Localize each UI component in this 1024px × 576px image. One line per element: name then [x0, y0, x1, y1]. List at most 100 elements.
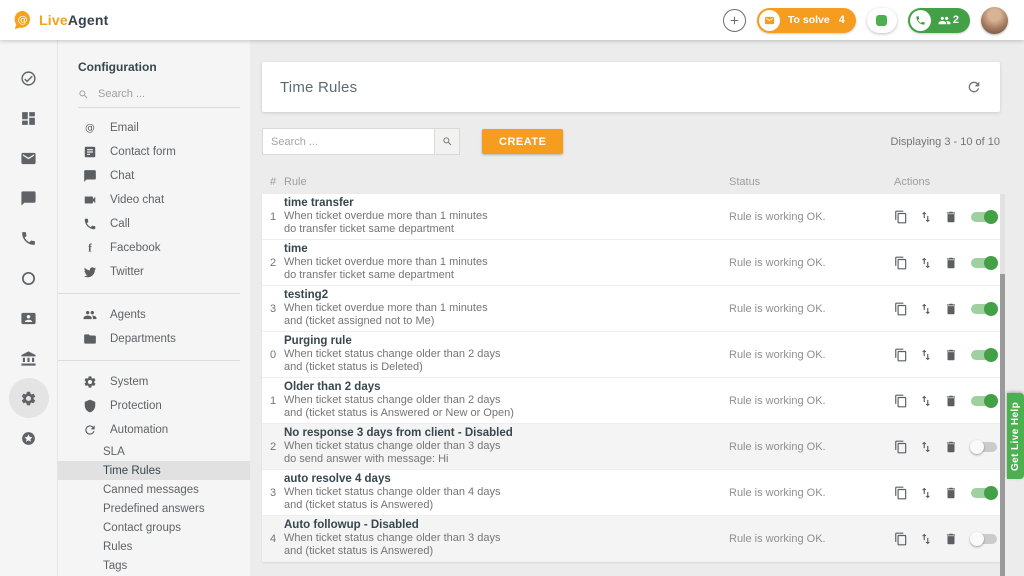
copy-icon[interactable]: [894, 302, 908, 316]
copy-icon[interactable]: [894, 532, 908, 546]
rule-name[interactable]: No response 3 days from client - Disable…: [284, 427, 729, 440]
rule-enabled-toggle[interactable]: [971, 350, 997, 360]
rail-item-ring[interactable]: [9, 258, 49, 298]
rail-item-phone[interactable]: [9, 218, 49, 258]
rule-enabled-toggle[interactable]: [971, 212, 997, 222]
sidebar-item-contact-form[interactable]: Contact form: [58, 140, 250, 164]
rule-enabled-toggle[interactable]: [971, 534, 997, 544]
refresh-button[interactable]: [966, 79, 982, 95]
sidebar-item-chat[interactable]: Chat: [58, 164, 250, 188]
sidebar-subitem-predefined-answers[interactable]: Predefined answers: [58, 499, 250, 518]
sidebar-item-automation[interactable]: Automation: [58, 418, 250, 442]
add-button[interactable]: [723, 9, 746, 32]
sidebar-subitem-tags[interactable]: Tags: [58, 556, 250, 575]
liveagent-logo-icon: @: [12, 9, 34, 31]
table-row[interactable]: 2timeWhen ticket overdue more than 1 min…: [262, 240, 1000, 286]
rule-enabled-toggle[interactable]: [971, 488, 997, 498]
column-header-number: #: [262, 176, 284, 188]
trash-icon[interactable]: [944, 486, 958, 500]
rail-item-star[interactable]: [9, 418, 49, 458]
create-button[interactable]: CREATE: [482, 129, 563, 154]
sidebar-item-call[interactable]: Call: [58, 212, 250, 236]
rule-name[interactable]: time transfer: [284, 197, 729, 210]
rule-name[interactable]: auto resolve 4 days: [284, 473, 729, 486]
sidebar-subitem-time-rules[interactable]: Time Rules: [58, 461, 250, 480]
scrollbar-thumb[interactable]: [1000, 274, 1005, 576]
rail-item-dashboard[interactable]: [9, 98, 49, 138]
rule-enabled-toggle[interactable]: [971, 304, 997, 314]
sidebar-subitem-sla[interactable]: SLA: [58, 442, 250, 461]
copy-icon[interactable]: [894, 348, 908, 362]
import-export-icon[interactable]: [919, 302, 933, 316]
import-export-icon[interactable]: [919, 440, 933, 454]
rail-item-check-circle[interactable]: [9, 58, 49, 98]
rules-search-input[interactable]: [262, 128, 434, 155]
rule-enabled-toggle[interactable]: [971, 396, 997, 406]
trash-icon[interactable]: [944, 256, 958, 270]
chat-status-button[interactable]: [867, 8, 897, 33]
sidebar-search-input[interactable]: [98, 88, 208, 100]
rule-action-line: and (ticket status is Answered): [284, 545, 729, 559]
table-row[interactable]: 1time transferWhen ticket overdue more t…: [262, 194, 1000, 240]
trash-icon[interactable]: [944, 348, 958, 362]
import-export-icon[interactable]: [919, 348, 933, 362]
trash-icon[interactable]: [944, 210, 958, 224]
rail-item-mail[interactable]: [9, 138, 49, 178]
rail-item-bank[interactable]: [9, 338, 49, 378]
trash-icon[interactable]: [944, 532, 958, 546]
table-row[interactable]: 4Auto followup - DisabledWhen ticket sta…: [262, 516, 1000, 562]
sidebar-title: Configuration: [58, 60, 250, 74]
rule-name[interactable]: Purging rule: [284, 335, 729, 348]
to-solve-button[interactable]: To solve 4: [757, 8, 856, 33]
app-logo[interactable]: @ LiveAgent: [12, 9, 109, 31]
table-row[interactable]: 2No response 3 days from client - Disabl…: [262, 424, 1000, 470]
import-export-icon[interactable]: [919, 210, 933, 224]
rule-status: Rule is working OK.: [729, 257, 894, 269]
copy-icon[interactable]: [894, 210, 908, 224]
sidebar-search[interactable]: [78, 88, 240, 108]
table-row[interactable]: 3auto resolve 4 daysWhen ticket status c…: [262, 470, 1000, 516]
sidebar-item-departments[interactable]: Departments: [58, 327, 250, 351]
rules-search-button[interactable]: [434, 128, 460, 155]
rule-name[interactable]: time: [284, 243, 729, 256]
rail-item-contact-card[interactable]: [9, 298, 49, 338]
sidebar-item-twitter[interactable]: Twitter: [58, 260, 250, 284]
import-export-icon[interactable]: [919, 394, 933, 408]
import-export-icon[interactable]: [919, 532, 933, 546]
import-export-icon[interactable]: [919, 256, 933, 270]
sidebar-item-facebook[interactable]: fFacebook: [58, 236, 250, 260]
rule-enabled-toggle[interactable]: [971, 442, 997, 452]
sidebar-item-protection[interactable]: Protection: [58, 394, 250, 418]
call-status-button[interactable]: 2: [908, 8, 970, 33]
rail-item-chat[interactable]: [9, 178, 49, 218]
table-scrollbar[interactable]: [1000, 194, 1005, 573]
sidebar-item-system[interactable]: System: [58, 370, 250, 394]
sidebar-item-email[interactable]: @Email: [58, 116, 250, 140]
copy-icon[interactable]: [894, 440, 908, 454]
copy-icon[interactable]: [894, 256, 908, 270]
trash-icon[interactable]: [944, 302, 958, 316]
rule-name[interactable]: Older than 2 days: [284, 381, 729, 394]
rail-item-gear[interactable]: [9, 378, 49, 418]
rule-enabled-toggle[interactable]: [971, 258, 997, 268]
copy-icon[interactable]: [894, 394, 908, 408]
copy-icon[interactable]: [894, 486, 908, 500]
import-export-icon[interactable]: [919, 486, 933, 500]
sidebar-subitem-contact-groups[interactable]: Contact groups: [58, 518, 250, 537]
table-row[interactable]: 0Purging ruleWhen ticket status change o…: [262, 332, 1000, 378]
sidebar-subitem-rules[interactable]: Rules: [58, 537, 250, 556]
table-row[interactable]: 1Older than 2 daysWhen ticket status cha…: [262, 378, 1000, 424]
chat-icon: [83, 169, 97, 183]
table-row[interactable]: 3testing2When ticket overdue more than 1…: [262, 286, 1000, 332]
user-avatar[interactable]: [981, 7, 1008, 34]
sidebar-item-agents[interactable]: Agents: [58, 303, 250, 327]
config-sidebar: Configuration @EmailContact formChatVide…: [58, 40, 250, 576]
sidebar-item-video-chat[interactable]: Video chat: [58, 188, 250, 212]
sidebar-subitem-canned-messages[interactable]: Canned messages: [58, 480, 250, 499]
rule-number: 3: [262, 487, 284, 499]
get-live-help-button[interactable]: Get Live Help: [1007, 393, 1024, 479]
trash-icon[interactable]: [944, 440, 958, 454]
trash-icon[interactable]: [944, 394, 958, 408]
rule-name[interactable]: testing2: [284, 289, 729, 302]
rule-name[interactable]: Auto followup - Disabled: [284, 519, 729, 532]
